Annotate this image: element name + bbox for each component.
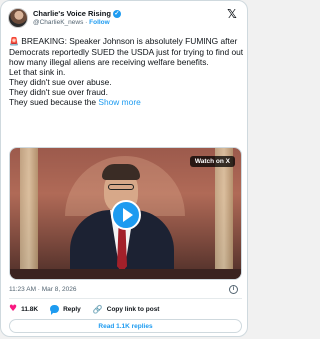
post-paragraph-2: Let that sink in. bbox=[9, 67, 66, 77]
video-player[interactable]: Watch on X bbox=[9, 147, 242, 280]
siren-icon: 🚨 bbox=[9, 37, 19, 46]
read-replies-button[interactable]: Read 1.1K replies bbox=[9, 319, 242, 333]
post-paragraph-4: They didn't sue over fraud. bbox=[9, 87, 108, 97]
speaker-glasses bbox=[108, 184, 134, 190]
divider bbox=[9, 298, 242, 299]
speaker-hair bbox=[102, 164, 140, 180]
reply-button[interactable]: Reply bbox=[50, 305, 81, 315]
separator-dot: · bbox=[85, 19, 88, 26]
link-icon: 🔗 bbox=[92, 304, 103, 314]
handle[interactable]: @CharlieK_news bbox=[33, 19, 83, 26]
verified-badge-icon: ✓ bbox=[112, 9, 121, 18]
podium bbox=[10, 269, 241, 279]
handle-row: @CharlieK_news · Follow bbox=[33, 18, 121, 27]
post-paragraph-1: 🚨 BREAKING: Speaker Johnson is absolutel… bbox=[9, 36, 244, 67]
embedded-post-card: 𝕏 Charlie's Voice Rising ✓ @CharlieK_new… bbox=[0, 0, 248, 337]
heart-icon: ♥ bbox=[9, 304, 18, 314]
like-button[interactable]: ♥ 11.8K bbox=[9, 304, 38, 314]
like-count: 11.8K bbox=[21, 305, 39, 313]
action-bar: ♥ 11.8K Reply 🔗 Copy link to post bbox=[9, 304, 171, 315]
post-header: Charlie's Voice Rising ✓ @CharlieK_news … bbox=[8, 7, 121, 29]
reply-icon bbox=[50, 305, 60, 315]
post-timestamp[interactable]: 11:23 AM · Mar 8, 2026 bbox=[9, 286, 76, 293]
follow-button[interactable]: Follow bbox=[89, 19, 110, 26]
display-name[interactable]: Charlie's Voice Rising bbox=[33, 9, 111, 18]
author-names: Charlie's Voice Rising ✓ @CharlieK_news … bbox=[33, 9, 121, 27]
avatar[interactable] bbox=[8, 8, 28, 28]
copy-link-button[interactable]: 🔗 Copy link to post bbox=[93, 305, 160, 314]
post-paragraph-5: They sued because the Show more bbox=[9, 97, 141, 107]
display-name-row: Charlie's Voice Rising ✓ bbox=[33, 9, 121, 18]
show-more-link[interactable]: Show more bbox=[98, 97, 140, 107]
post-text: 🚨 BREAKING: Speaker Johnson is absolutel… bbox=[9, 36, 245, 107]
x-logo-icon[interactable]: 𝕏 bbox=[226, 8, 238, 20]
play-button[interactable] bbox=[111, 200, 141, 230]
reply-label: Reply bbox=[63, 305, 81, 313]
post-paragraph-3: They didn't sue over abuse. bbox=[9, 77, 112, 87]
watch-on-x-button[interactable]: Watch on X bbox=[189, 156, 235, 167]
background-pillar bbox=[20, 148, 38, 279]
play-icon bbox=[122, 208, 133, 222]
info-icon[interactable]: i bbox=[229, 285, 238, 294]
copy-link-label: Copy link to post bbox=[106, 305, 160, 313]
background-pillar bbox=[215, 148, 233, 279]
